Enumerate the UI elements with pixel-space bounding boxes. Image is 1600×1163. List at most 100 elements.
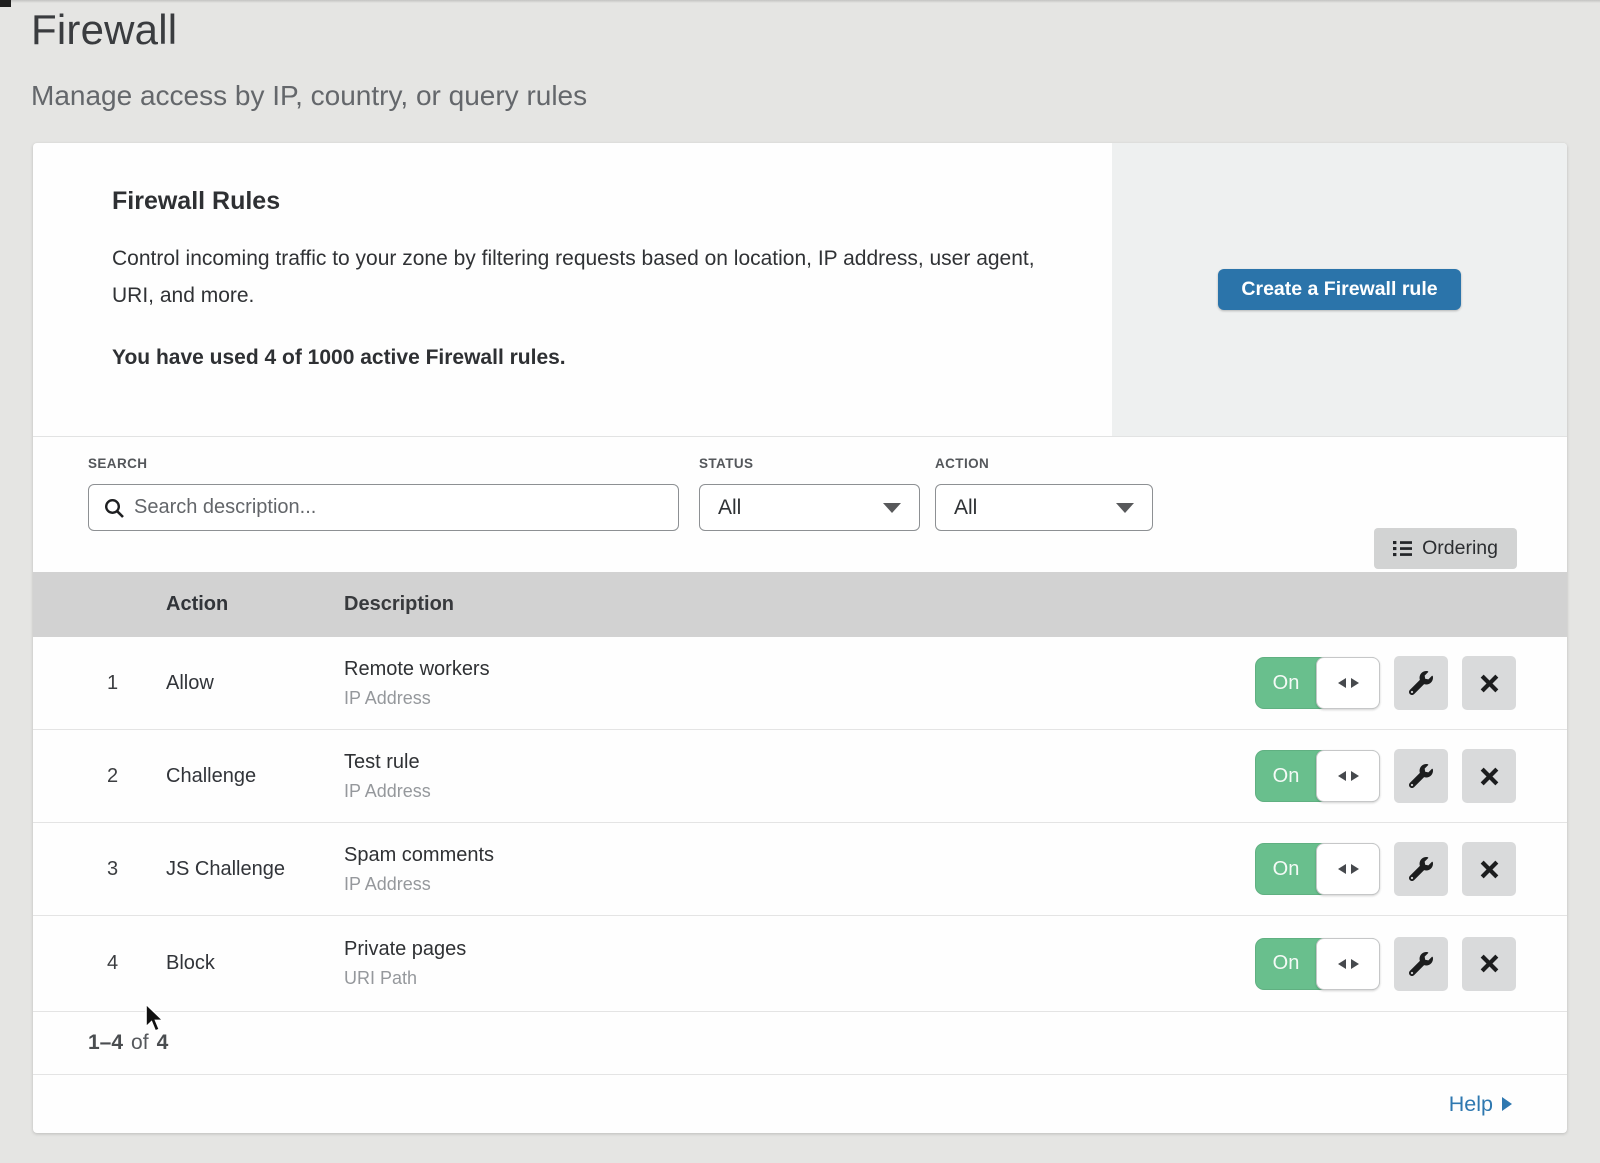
table-row: 4 Block Private pages URI Path On — [33, 916, 1567, 1012]
rule-description-cell: Private pages URI Path — [344, 938, 1255, 989]
arrow-right-icon — [1502, 1097, 1512, 1111]
rule-description-cell: Remote workers IP Address — [344, 658, 1255, 709]
rule-priority: 1 — [33, 672, 166, 695]
pagination-total: 4 — [157, 1031, 169, 1055]
close-icon — [1479, 766, 1500, 787]
action-select-value: All — [954, 496, 977, 520]
create-firewall-rule-button[interactable]: Create a Firewall rule — [1218, 269, 1460, 310]
edit-rule-button[interactable] — [1394, 937, 1448, 991]
overview-section: Firewall Rules Control incoming traffic … — [33, 143, 1567, 437]
rule-match-type: IP Address — [344, 688, 1255, 709]
rule-description: Remote workers — [344, 658, 1255, 681]
caret-right-icon — [1351, 678, 1359, 688]
screen-corner-artifact — [0, 0, 11, 7]
delete-rule-button[interactable] — [1462, 937, 1516, 991]
wrench-icon — [1409, 952, 1433, 976]
firewall-rules-card: Firewall Rules Control incoming traffic … — [33, 143, 1567, 1133]
search-box[interactable] — [88, 484, 679, 531]
close-icon — [1479, 859, 1500, 880]
filter-bar: SEARCH STATUS All ACTION All — [33, 437, 1567, 572]
rule-action: Challenge — [166, 765, 344, 788]
delete-rule-button[interactable] — [1462, 656, 1516, 710]
wrench-icon — [1409, 671, 1433, 695]
edit-rule-button[interactable] — [1394, 842, 1448, 896]
toggle-on-label: On — [1255, 843, 1317, 895]
table-row: 3 JS Challenge Spam comments IP Address … — [33, 823, 1567, 916]
usage-summary: You have used 4 of 1000 active Firewall … — [112, 346, 1053, 370]
help-row: Help — [33, 1075, 1567, 1133]
rule-enabled-toggle[interactable]: On — [1255, 938, 1380, 990]
delete-rule-button[interactable] — [1462, 842, 1516, 896]
window-top-edge — [0, 0, 1600, 3]
caret-left-icon — [1338, 864, 1346, 874]
description-column-header: Description — [344, 593, 1567, 616]
pagination-range: 1–4 — [88, 1031, 123, 1055]
caret-left-icon — [1338, 678, 1346, 688]
rule-action: JS Challenge — [166, 858, 344, 881]
action-label: ACTION — [935, 456, 1153, 471]
rule-action: Allow — [166, 672, 344, 695]
ordering-button[interactable]: Ordering — [1374, 528, 1517, 569]
caret-left-icon — [1338, 771, 1346, 781]
rule-controls: On — [1255, 749, 1567, 803]
caret-right-icon — [1351, 771, 1359, 781]
rule-controls: On — [1255, 937, 1567, 991]
rules-table-body: 1 Allow Remote workers IP Address On — [33, 637, 1567, 1012]
toggle-knob[interactable] — [1316, 750, 1380, 802]
edit-rule-button[interactable] — [1394, 749, 1448, 803]
rule-description: Test rule — [344, 751, 1255, 774]
page-header: Firewall Manage access by IP, country, o… — [31, 6, 587, 112]
rule-description: Spam comments — [344, 844, 1255, 867]
caret-right-icon — [1351, 959, 1359, 969]
table-row: 2 Challenge Test rule IP Address On — [33, 730, 1567, 823]
chevron-down-icon — [883, 503, 901, 513]
rule-priority: 3 — [33, 858, 166, 881]
status-label: STATUS — [699, 456, 920, 471]
table-row: 1 Allow Remote workers IP Address On — [33, 637, 1567, 730]
edit-rule-button[interactable] — [1394, 656, 1448, 710]
search-label: SEARCH — [88, 456, 679, 471]
rule-description: Private pages — [344, 938, 1255, 961]
section-description: Control incoming traffic to your zone by… — [112, 240, 1053, 314]
rule-controls: On — [1255, 656, 1567, 710]
toggle-knob[interactable] — [1316, 938, 1380, 990]
page-title: Firewall — [31, 6, 587, 54]
rule-match-type: IP Address — [344, 874, 1255, 895]
table-header-row: Action Description — [33, 572, 1567, 637]
toggle-on-label: On — [1255, 938, 1317, 990]
list-ordering-icon — [1393, 539, 1412, 558]
toggle-on-label: On — [1255, 750, 1317, 802]
status-select[interactable]: All — [699, 484, 920, 531]
delete-rule-button[interactable] — [1462, 749, 1516, 803]
action-column-header: Action — [166, 593, 344, 616]
close-icon — [1479, 953, 1500, 974]
rule-description-cell: Test rule IP Address — [344, 751, 1255, 802]
help-link[interactable]: Help — [1449, 1092, 1512, 1117]
close-icon — [1479, 673, 1500, 694]
page-subtitle: Manage access by IP, country, or query r… — [31, 80, 587, 112]
wrench-icon — [1409, 764, 1433, 788]
rule-controls: On — [1255, 842, 1567, 896]
pagination: 1–4 of 4 — [33, 1012, 1567, 1075]
chevron-down-icon — [1116, 503, 1134, 513]
rule-match-type: IP Address — [344, 781, 1255, 802]
help-link-label: Help — [1449, 1092, 1493, 1117]
cta-panel: Create a Firewall rule — [1112, 143, 1567, 436]
caret-left-icon — [1338, 959, 1346, 969]
toggle-knob[interactable] — [1316, 657, 1380, 709]
rule-match-type: URI Path — [344, 968, 1255, 989]
ordering-button-label: Ordering — [1422, 537, 1498, 560]
rule-action: Block — [166, 952, 344, 975]
status-select-value: All — [718, 496, 741, 520]
rule-enabled-toggle[interactable]: On — [1255, 750, 1380, 802]
search-input[interactable] — [89, 485, 678, 530]
rule-enabled-toggle[interactable]: On — [1255, 843, 1380, 895]
rule-description-cell: Spam comments IP Address — [344, 844, 1255, 895]
wrench-icon — [1409, 857, 1433, 881]
action-select[interactable]: All — [935, 484, 1153, 531]
search-icon — [104, 498, 125, 519]
rule-enabled-toggle[interactable]: On — [1255, 657, 1380, 709]
toggle-on-label: On — [1255, 657, 1317, 709]
section-heading: Firewall Rules — [112, 187, 1053, 216]
toggle-knob[interactable] — [1316, 843, 1380, 895]
